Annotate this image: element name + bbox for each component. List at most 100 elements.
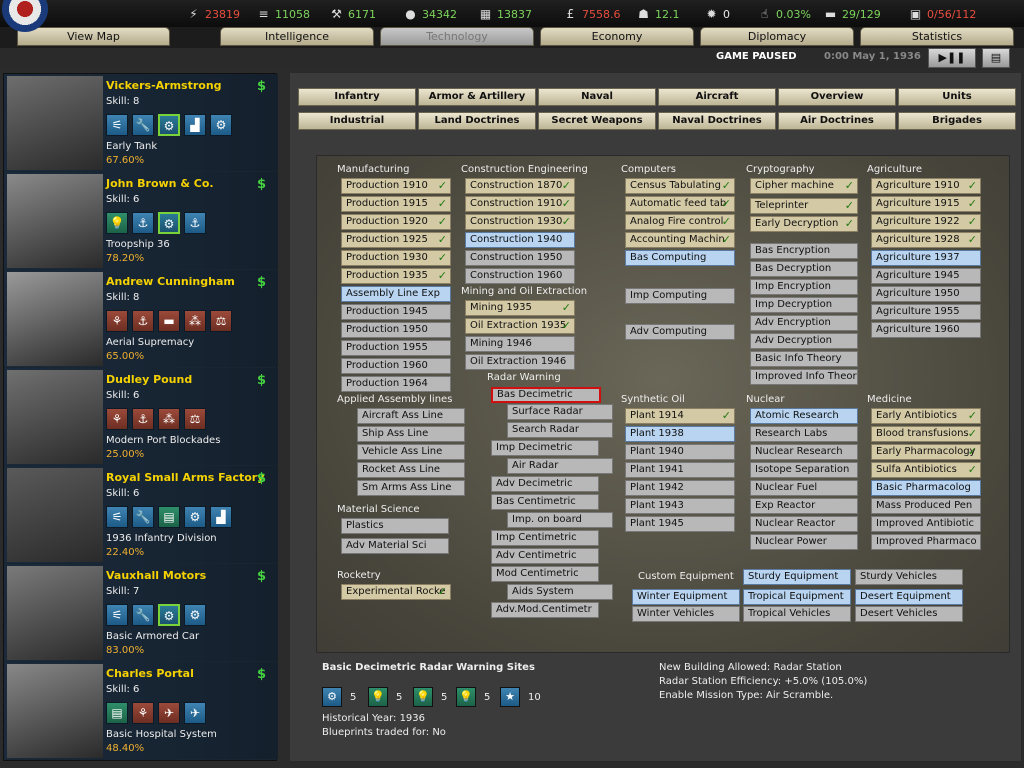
resource-supplies[interactable]: ▦ 13837 [478, 7, 532, 21]
tech-button[interactable]: Adv Centimetric [491, 548, 599, 564]
tab-intelligence[interactable]: Intelligence [220, 27, 374, 46]
tech-button[interactable]: Basic Info Theory [750, 351, 858, 367]
tech-button[interactable]: Production 1950 [341, 322, 451, 338]
carrier-icon[interactable]: ▬ [158, 310, 180, 332]
tech-button[interactable]: Construction 1870 [465, 178, 575, 194]
tech-button[interactable]: Imp Decimetric [491, 440, 599, 456]
tech-button[interactable]: Sturdy Equipment [743, 569, 851, 585]
tech-button[interactable]: Imp. on board [507, 512, 613, 528]
tech-button[interactable]: Plant 1941 [625, 462, 735, 478]
tech-button[interactable]: Atomic Research [750, 408, 858, 424]
hq-icon[interactable]: ⚘ [106, 408, 128, 430]
category-infantry[interactable]: Infantry [298, 88, 416, 106]
tech-button[interactable]: Adv Computing [625, 324, 735, 340]
tech-button[interactable]: Production 1910 [341, 178, 451, 194]
fighter-icon[interactable]: ✈ [158, 702, 180, 724]
tech-button[interactable]: Production 1930 [341, 250, 451, 266]
tech-button[interactable]: Early Antibiotics [871, 408, 981, 424]
resource-nuke[interactable]: ✹ 0 [704, 7, 730, 21]
tech-button[interactable]: Oil Extraction 1935 [465, 318, 575, 334]
tech-button[interactable]: Bas Centimetric [491, 494, 599, 510]
tech-button[interactable]: Census Tabulating [625, 178, 735, 194]
tech-button[interactable]: Imp Computing [625, 288, 735, 304]
tech-button[interactable]: Rocket Ass Line [357, 462, 465, 478]
resource-dissent[interactable]: ☝ 0.03% [757, 7, 811, 21]
wrench-icon[interactable]: ⚟ [106, 114, 128, 136]
tech-button[interactable]: Aids System [507, 584, 613, 600]
category-armor-artillery[interactable]: Armor & Artillery [418, 88, 536, 106]
book-icon[interactable]: ▤ [106, 702, 128, 724]
tech-button[interactable]: Agriculture 1945 [871, 268, 981, 284]
tech-button[interactable]: Tropical Vehicles [743, 606, 851, 622]
tech-button[interactable]: Surface Radar [507, 404, 613, 420]
tech-button[interactable]: Analog Fire control [625, 214, 735, 230]
tech-button[interactable]: Research Labs [750, 426, 858, 442]
tech-button[interactable]: Production 1925 [341, 232, 451, 248]
tech-button[interactable]: Mass Produced Pen [871, 498, 981, 514]
tech-button[interactable]: Nuclear Fuel [750, 480, 858, 496]
tech-button[interactable]: Production 1920 [341, 214, 451, 230]
tech-button[interactable]: Construction 1930 [465, 214, 575, 230]
tech-button[interactable]: Plant 1914 [625, 408, 735, 424]
tab-technology[interactable]: Technology [380, 27, 534, 46]
gears-icon[interactable]: ⚙ [158, 212, 180, 234]
tech-button[interactable]: Bas Decryption [750, 261, 858, 277]
tech-button[interactable]: Mining 1946 [465, 336, 575, 352]
tech-button[interactable]: Bas Encryption [750, 243, 858, 259]
tech-button[interactable]: Assembly Line Exp [341, 286, 451, 302]
tech-button[interactable]: Cipher machine [750, 178, 858, 194]
tech-button[interactable]: Improved Info Theor [750, 369, 858, 385]
tech-button[interactable]: Mining 1935 [465, 300, 575, 316]
troops-icon[interactable]: ⁂ [158, 408, 180, 430]
hq-icon[interactable]: ⚘ [106, 310, 128, 332]
tech-button[interactable]: Agriculture 1928 [871, 232, 981, 248]
tech-button[interactable]: Bas Decimetric [491, 387, 601, 403]
aircraft-icon[interactable]: ✈ [184, 702, 206, 724]
minister-card[interactable]: Vickers-Armstrong $ Skill: 8 ⚟ 🔧 ⚙ ▟ ⚙ Early Tan… [4, 74, 278, 171]
spanner-icon[interactable]: 🔧 [132, 506, 154, 528]
tech-button[interactable]: Basic Pharmacolog [871, 480, 981, 496]
tech-button[interactable]: Construction 1910 [465, 196, 575, 212]
tech-button[interactable]: Plant 1943 [625, 498, 735, 514]
category-units[interactable]: Units [898, 88, 1016, 106]
resource-transport[interactable]: ▬ 29/129 [823, 7, 881, 21]
resource-energy[interactable]: ⚡ 23819 [186, 7, 240, 21]
tech-button[interactable]: Automatic feed tab [625, 196, 735, 212]
tech-button[interactable]: Teleprinter [750, 198, 858, 214]
tab-view-map[interactable]: View Map [17, 27, 170, 46]
tech-button[interactable]: Desert Vehicles [855, 606, 963, 622]
tech-button[interactable]: Exp Reactor [750, 498, 858, 514]
tech-button[interactable]: Construction 1940 [465, 232, 575, 248]
tech-button[interactable]: Sulfa Antibiotics [871, 462, 981, 478]
resource-oil[interactable]: ● 34342 [403, 7, 457, 21]
minister-card[interactable]: Charles Portal $ Skill: 6 ▤ ⚘ ✈ ✈ Basic Hospita… [4, 662, 278, 759]
tech-button[interactable]: Early Pharmacology [871, 444, 981, 460]
tech-button[interactable]: Adv Decryption [750, 333, 858, 349]
wrench-icon[interactable]: ⚟ [106, 506, 128, 528]
tech-button[interactable]: Improved Antibiotic [871, 516, 981, 532]
tech-button[interactable]: Improved Pharmaco [871, 534, 981, 550]
tech-button[interactable]: Vehicle Ass Line [357, 444, 465, 460]
minister-card[interactable]: John Brown & Co. $ Skill: 6 💡 ⚓ ⚙ ⚓ Troopship 3… [4, 172, 278, 269]
tech-button[interactable]: Experimental Rocke [341, 584, 451, 600]
tab-statistics[interactable]: Statistics [860, 27, 1014, 46]
troops-icon[interactable]: ⁂ [184, 310, 206, 332]
tech-button[interactable]: Imp Encryption [750, 279, 858, 295]
wrench-icon[interactable]: ⚟ [106, 604, 128, 626]
tech-button[interactable]: Production 1964 [341, 376, 451, 392]
hq-icon[interactable]: ⚘ [132, 702, 154, 724]
category-air-doctrines[interactable]: Air Doctrines [778, 112, 896, 130]
category-overview[interactable]: Overview [778, 88, 896, 106]
tech-button[interactable]: Air Radar [507, 458, 613, 474]
tech-button[interactable]: Construction 1960 [465, 268, 575, 284]
tech-button[interactable]: Plastics [341, 518, 449, 534]
resource-metal[interactable]: ≡ 11058 [256, 7, 310, 21]
tech-button[interactable]: Early Decryption [750, 216, 858, 232]
tech-button[interactable]: Production 1935 [341, 268, 451, 284]
tech-button[interactable]: Search Radar [507, 422, 613, 438]
lightbulb-icon[interactable]: 💡 [106, 212, 128, 234]
tech-button[interactable]: Plant 1940 [625, 444, 735, 460]
minister-card[interactable]: Dudley Pound $ Skill: 6 ⚘ ⚓ ⁂ ⚖ Modern Port Blo… [4, 368, 278, 465]
tech-button[interactable]: Plant 1938 [625, 426, 735, 442]
tech-button[interactable]: Adv Decimetric [491, 476, 599, 492]
